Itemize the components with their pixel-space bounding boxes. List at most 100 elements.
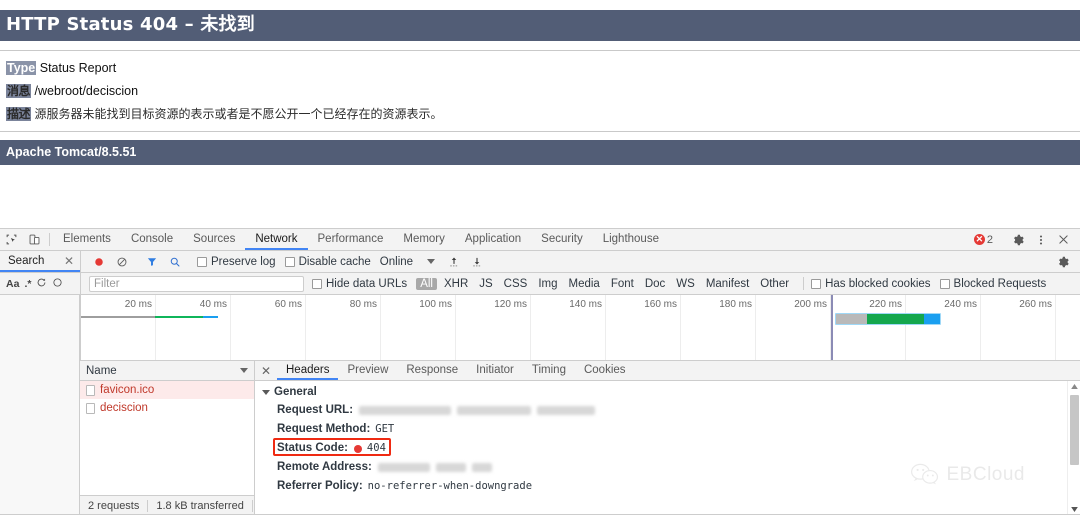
filter-chip-js[interactable]: JS <box>475 278 496 290</box>
tab-cookies[interactable]: Cookies <box>575 361 635 380</box>
tab-headers[interactable]: Headers <box>277 361 338 380</box>
device-toolbar-icon[interactable] <box>23 229 46 250</box>
filter-chip-xhr[interactable]: XHR <box>440 278 472 290</box>
has-blocked-cookies-checkbox[interactable]: Has blocked cookies <box>811 278 930 290</box>
filter-chip-font[interactable]: Font <box>607 278 638 290</box>
checkbox-box <box>285 257 295 267</box>
match-case-button[interactable]: Aa <box>6 278 19 290</box>
overview-tick: 100 ms <box>419 299 455 310</box>
inspect-element-icon[interactable] <box>0 229 23 250</box>
tab-application[interactable]: Application <box>455 229 531 250</box>
tab-response[interactable]: Response <box>397 361 467 380</box>
redacted-value <box>359 406 451 415</box>
request-list-header[interactable]: Name <box>80 361 254 381</box>
scroll-up-icon[interactable] <box>1068 381 1080 392</box>
filter-chip-all[interactable]: All <box>416 278 437 290</box>
filter-chip-doc[interactable]: Doc <box>641 278 669 290</box>
overview-selected-request[interactable] <box>835 313 941 325</box>
export-har-icon[interactable] <box>465 256 488 268</box>
field-key: Remote Address: <box>277 460 372 475</box>
tab-initiator[interactable]: Initiator <box>467 361 523 380</box>
hide-data-urls-checkbox[interactable]: Hide data URLs <box>312 278 407 290</box>
search-icon[interactable] <box>163 256 186 268</box>
more-vertical-icon[interactable] <box>1029 233 1052 247</box>
status-description-label: 描述 <box>6 107 31 121</box>
checkbox-box <box>811 279 821 289</box>
filter-chip-css[interactable]: CSS <box>500 278 532 290</box>
status-message-value: /webroot/deciscion <box>35 84 139 98</box>
chevron-down-icon <box>427 259 435 264</box>
status-message-row: 消息 /webroot/deciscion <box>6 82 138 99</box>
triangle-down-icon <box>262 390 270 395</box>
tab-console[interactable]: Console <box>121 229 183 250</box>
filter-chip-media[interactable]: Media <box>565 278 604 290</box>
field-status-code: Status Code: 404 <box>255 439 1080 458</box>
table-row[interactable]: favicon.ico <box>80 381 254 399</box>
field-key: Request URL: <box>277 403 353 418</box>
overview-boundary-marker[interactable] <box>831 295 833 360</box>
regex-button[interactable]: .* <box>24 278 31 290</box>
blocked-requests-checkbox[interactable]: Blocked Requests <box>940 278 1047 290</box>
tab-sources[interactable]: Sources <box>183 229 245 250</box>
tab-search[interactable]: Search ✕ <box>0 251 80 272</box>
network-overview-timeline[interactable]: 20 ms 40 ms 60 ms 80 ms 100 ms 120 ms 14… <box>80 295 1080 361</box>
filter-chip-other[interactable]: Other <box>756 278 793 290</box>
filter-chip-manifest[interactable]: Manifest <box>702 278 753 290</box>
tab-security[interactable]: Security <box>531 229 593 250</box>
tab-timing[interactable]: Timing <box>523 361 575 380</box>
document-icon <box>86 385 95 396</box>
tab-elements[interactable]: Elements <box>53 229 121 250</box>
close-icon[interactable]: ✕ <box>64 254 74 268</box>
details-scrollbar[interactable] <box>1067 381 1080 515</box>
chevron-down-icon[interactable] <box>240 368 248 373</box>
filter-icon[interactable] <box>140 256 163 268</box>
close-icon[interactable] <box>1052 233 1075 246</box>
overview-left-edge <box>80 295 81 360</box>
overview-tick: 240 ms <box>944 299 980 310</box>
field-referrer-policy: Referrer Policy: no-referrer-when-downgr… <box>255 477 1080 496</box>
tab-memory[interactable]: Memory <box>393 229 455 250</box>
blocked-requests-label: Blocked Requests <box>954 278 1047 290</box>
refresh-icon[interactable] <box>36 277 47 291</box>
overview-gridline <box>680 295 681 360</box>
overview-tick: 80 ms <box>350 299 380 310</box>
tab-lighthouse[interactable]: Lighthouse <box>593 229 669 250</box>
overview-gridline <box>530 295 531 360</box>
gear-icon[interactable] <box>1006 233 1029 247</box>
tab-performance[interactable]: Performance <box>308 229 394 250</box>
field-value: 404 <box>367 441 386 456</box>
preserve-log-checkbox[interactable]: Preserve log <box>197 256 276 268</box>
filter-chip-img[interactable]: Img <box>534 278 561 290</box>
filter-input[interactable] <box>89 276 304 292</box>
overview-gridline <box>230 295 231 360</box>
tab-network[interactable]: Network <box>245 229 307 250</box>
general-section-header[interactable]: General <box>255 384 1080 401</box>
clear-icon[interactable] <box>110 256 133 268</box>
field-key: Request Method: <box>277 422 370 437</box>
details-tabbar: ✕ Headers Preview Response Initiator Tim… <box>255 361 1080 381</box>
tab-preview[interactable]: Preview <box>338 361 397 380</box>
request-count: 2 requests <box>80 500 147 512</box>
scrollbar-thumb[interactable] <box>1070 395 1079 465</box>
search-results-pane[interactable] <box>0 295 80 515</box>
request-list-panel: Name favicon.ico deciscion <box>80 361 255 515</box>
page-title: HTTP Status 404 – 未找到 <box>0 10 1080 41</box>
filter-bar: Hide data URLs All XHR JS CSS Img Media … <box>80 273 1080 294</box>
filter-chip-ws[interactable]: WS <box>672 278 699 290</box>
overview-gridline <box>755 295 756 360</box>
search-tab-label: Search <box>8 255 44 267</box>
status-type-label: Type <box>6 61 36 75</box>
checkbox-box <box>940 279 950 289</box>
throttling-dropdown[interactable]: Online <box>380 256 435 268</box>
gear-icon[interactable] <box>1051 255 1074 269</box>
status-description-row: 描述 源服务器未能找到目标资源的表示或者是不愿公开一个已经存在的资源表示。 <box>6 105 443 122</box>
table-row[interactable]: deciscion <box>80 399 254 417</box>
record-icon[interactable] <box>87 256 110 268</box>
clear-icon[interactable] <box>52 277 63 291</box>
overview-request-bar <box>155 316 203 318</box>
import-har-icon[interactable] <box>442 256 465 268</box>
close-icon[interactable]: ✕ <box>255 361 277 380</box>
error-badge[interactable]: ✕ 2 <box>974 234 993 246</box>
general-section-title: General <box>274 386 317 398</box>
disable-cache-checkbox[interactable]: Disable cache <box>285 256 371 268</box>
